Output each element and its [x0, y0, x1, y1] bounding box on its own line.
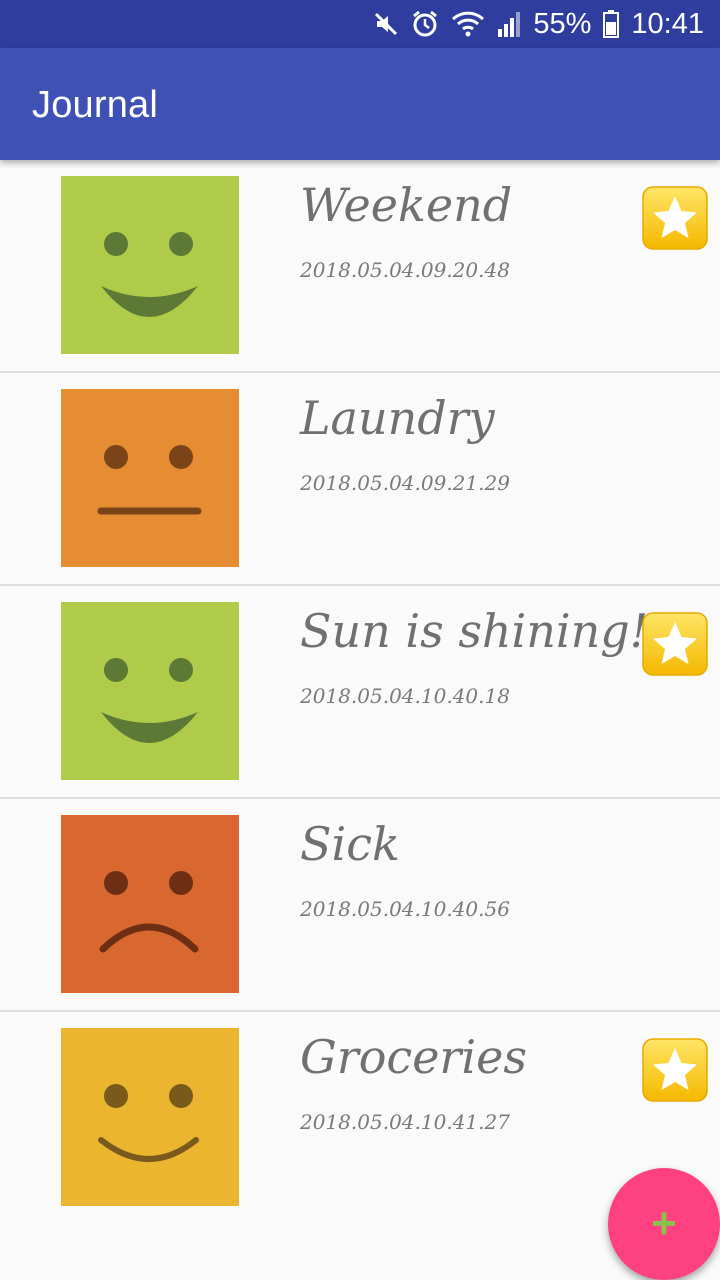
status-time: 10:41 — [631, 7, 704, 40]
mood-happy-icon — [61, 176, 239, 354]
journal-entry[interactable]: Weekend 2018.05.04.09.20.48 — [0, 160, 720, 373]
entry-title: Laundry — [300, 391, 495, 445]
battery-percent: 55% — [533, 7, 592, 40]
app-title: Journal — [32, 84, 159, 126]
entry-title: Sick — [300, 817, 400, 871]
entry-title: Sun is shining! — [300, 604, 649, 658]
journal-entry[interactable]: Sick 2018.05.04.10.40.56 — [0, 799, 720, 1012]
journal-list: Weekend 2018.05.04.09.20.48 Laundry 2018… — [0, 160, 720, 1223]
entry-date: 2018.05.04.09.20.48 — [300, 258, 510, 282]
journal-entry[interactable]: Laundry 2018.05.04.09.21.29 — [0, 373, 720, 586]
journal-entry[interactable]: Sun is shining! 2018.05.04.10.40.18 — [0, 586, 720, 799]
star-icon[interactable] — [642, 1038, 708, 1102]
add-entry-button[interactable]: + — [608, 1168, 720, 1280]
star-icon[interactable] — [642, 186, 708, 250]
mood-neutral-icon — [61, 389, 239, 567]
app-bar: Journal — [0, 48, 720, 160]
mood-happy-icon — [61, 602, 239, 780]
entry-date: 2018.05.04.09.21.29 — [300, 471, 510, 495]
entry-date: 2018.05.04.10.40.18 — [300, 684, 510, 708]
mood-smile-icon — [61, 1028, 239, 1206]
entry-title: Groceries — [300, 1030, 527, 1084]
entry-date: 2018.05.04.10.40.56 — [300, 897, 510, 921]
plus-icon: + — [651, 1199, 677, 1248]
signal-icon — [498, 12, 521, 37]
entry-date: 2018.05.04.10.41.27 — [300, 1110, 510, 1134]
journal-entry[interactable]: Groceries 2018.05.04.10.41.27 — [0, 1012, 720, 1223]
star-icon[interactable] — [642, 612, 708, 676]
entry-title: Weekend — [300, 178, 513, 232]
mood-sad-icon — [61, 815, 239, 993]
battery-icon — [603, 10, 620, 38]
alarm-icon — [413, 10, 438, 37]
status-bar: 55% 10:41 — [0, 0, 720, 48]
wifi-icon — [452, 11, 485, 37]
mute-icon — [375, 12, 398, 36]
